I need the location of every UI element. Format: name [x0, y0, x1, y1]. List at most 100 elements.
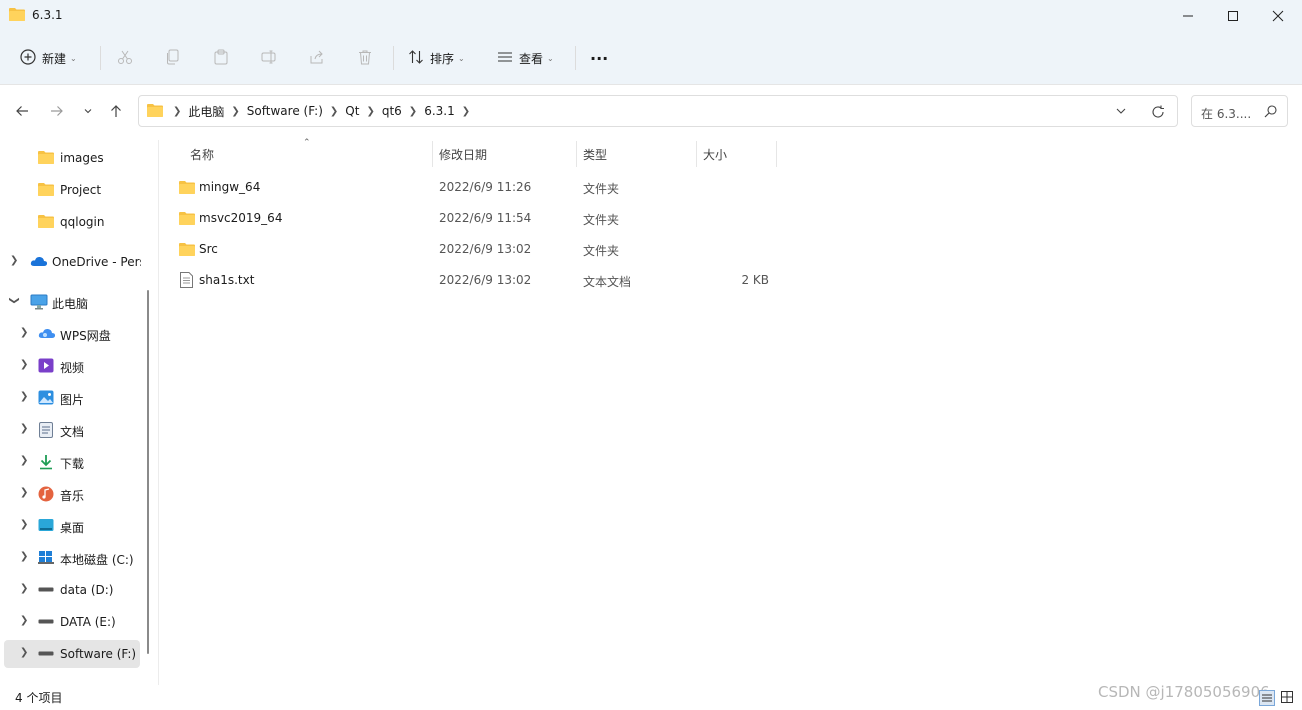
- sidebar-item-music[interactable]: ❯ 音乐: [4, 480, 140, 508]
- sidebar-item-label: WPS网盘: [60, 329, 111, 343]
- chevron-right-icon[interactable]: ❯: [20, 455, 28, 466]
- sidebar-scrollbar[interactable]: [147, 290, 149, 654]
- refresh-icon[interactable]: [1151, 105, 1165, 122]
- file-row[interactable]: mingw_64 2022/6/9 11:26 文件夹: [170, 174, 780, 202]
- search-box[interactable]: 在 6.3....: [1191, 95, 1288, 127]
- folder-icon: [38, 214, 56, 230]
- breadcrumb-software-drive[interactable]: Software (F:): [247, 104, 323, 118]
- share-button[interactable]: [309, 42, 325, 74]
- sidebar-item-pictures[interactable]: ❯ 图片: [4, 384, 140, 412]
- maximize-button[interactable]: [1210, 0, 1256, 32]
- back-button[interactable]: [10, 99, 34, 123]
- chevron-right-icon[interactable]: ❯: [20, 615, 28, 626]
- sidebar-item-label: images: [60, 151, 104, 165]
- sidebar-item-drive-e[interactable]: ❯ DATA (E:): [4, 608, 140, 636]
- chevron-right-icon[interactable]: ❯: [20, 327, 28, 338]
- sidebar-item-desktop[interactable]: ❯ 桌面: [4, 512, 140, 540]
- file-row[interactable]: sha1s.txt 2022/6/9 13:02 文本文档 2 KB: [170, 267, 780, 295]
- view-button[interactable]: 查看 ⌄: [497, 42, 554, 74]
- chevron-right-icon[interactable]: ❯: [20, 519, 28, 530]
- divider: [100, 46, 101, 70]
- chevron-right-icon[interactable]: ❯: [20, 551, 28, 562]
- folder-icon: [38, 182, 56, 198]
- breadcrumb-qt6[interactable]: qt6: [382, 104, 402, 118]
- recent-locations-button[interactable]: [76, 99, 100, 123]
- sidebar-item-downloads[interactable]: ❯ 下载: [4, 448, 140, 476]
- sidebar-item-label: 本地磁盘 (C:): [60, 553, 134, 567]
- text-file-icon: [180, 272, 193, 291]
- sidebar-item-drive-c[interactable]: ❯ 本地磁盘 (C:): [4, 544, 140, 572]
- sidebar-item-this-pc[interactable]: ❯ 此电脑: [4, 288, 140, 316]
- chevron-right-icon[interactable]: ❯: [20, 487, 28, 498]
- sidebar-item-label: 此电脑: [52, 297, 89, 311]
- column-header-date[interactable]: 修改日期: [439, 146, 487, 170]
- file-name: Src: [199, 242, 218, 256]
- trash-icon: [357, 49, 373, 68]
- cut-button[interactable]: [117, 42, 133, 74]
- sidebar-item-qqlogin[interactable]: qqlogin: [4, 208, 140, 236]
- sidebar-item-documents[interactable]: ❯ 文档: [4, 416, 140, 444]
- sidebar-item-wps-cloud[interactable]: ❯ WPS网盘: [4, 320, 140, 348]
- chevron-down-icon[interactable]: ❯: [9, 296, 20, 304]
- copy-button[interactable]: [165, 42, 181, 74]
- search-icon: [1264, 105, 1277, 121]
- minimize-button[interactable]: [1165, 0, 1211, 32]
- column-divider[interactable]: [776, 141, 777, 167]
- breadcrumb-6-3-1[interactable]: 6.3.1: [424, 104, 455, 118]
- details-view-button[interactable]: [1259, 690, 1275, 706]
- sidebar-item-drive-f[interactable]: ❯ Software (F:): [4, 640, 140, 668]
- folder-icon: [38, 150, 56, 166]
- address-dropdown-button[interactable]: [1115, 105, 1127, 120]
- new-label: 新建: [42, 51, 67, 66]
- sidebar-item-videos[interactable]: ❯ 视频: [4, 352, 140, 380]
- column-header-type[interactable]: 类型: [583, 146, 607, 170]
- column-header-name[interactable]: 名称: [190, 146, 214, 170]
- more-options-button[interactable]: ···: [590, 42, 608, 74]
- sidebar-item-onedrive[interactable]: ❯ OneDrive - Pers: [4, 248, 141, 276]
- up-button[interactable]: [104, 99, 128, 123]
- file-row[interactable]: Src 2022/6/9 13:02 文件夹: [170, 236, 780, 264]
- paste-button[interactable]: [213, 42, 229, 74]
- delete-button[interactable]: [357, 42, 373, 74]
- documents-icon: [39, 422, 57, 438]
- chevron-right-icon[interactable]: ❯: [20, 359, 28, 370]
- file-date: 2022/6/9 13:02: [439, 273, 532, 287]
- copy-icon: [165, 49, 181, 68]
- sidebar-item-drive-d[interactable]: ❯ data (D:): [4, 576, 140, 604]
- pictures-icon: [38, 390, 56, 406]
- chevron-right-icon[interactable]: ❯: [10, 255, 18, 266]
- rename-button[interactable]: [261, 42, 277, 74]
- column-divider[interactable]: [432, 141, 433, 167]
- sidebar-item-label: OneDrive - Pers: [52, 255, 141, 269]
- chevron-right-icon[interactable]: ❯: [20, 423, 28, 434]
- window-title: 6.3.1: [32, 8, 63, 22]
- sort-button[interactable]: 排序 ⌄: [408, 42, 465, 74]
- breadcrumb-qt[interactable]: Qt: [345, 104, 359, 118]
- close-button[interactable]: [1255, 0, 1301, 32]
- forward-button[interactable]: [45, 99, 69, 123]
- sidebar-item-label: Software (F:): [60, 647, 137, 661]
- address-bar[interactable]: ❯ 此电脑 ❯ Software (F:) ❯ Qt ❯ qt6 ❯ 6.3.1…: [138, 95, 1178, 127]
- tiles-view-button[interactable]: [1280, 690, 1296, 706]
- sidebar-item-project[interactable]: Project: [4, 176, 140, 204]
- wps-cloud-icon: [38, 326, 56, 342]
- column-divider[interactable]: [696, 141, 697, 167]
- column-divider[interactable]: [576, 141, 577, 167]
- sidebar-item-label: 桌面: [60, 521, 85, 535]
- file-row[interactable]: msvc2019_64 2022/6/9 11:54 文件夹: [170, 205, 780, 233]
- sidebar-item-images[interactable]: images: [4, 144, 140, 172]
- music-icon: [38, 486, 56, 502]
- new-button[interactable]: 新建 ⌄: [20, 42, 77, 74]
- drive-icon: [38, 582, 56, 598]
- chevron-right-icon[interactable]: ❯: [20, 583, 28, 594]
- chevron-down-icon: ⌄: [547, 53, 554, 63]
- drive-icon: [38, 614, 56, 630]
- breadcrumb-this-pc[interactable]: 此电脑: [188, 103, 224, 120]
- column-header-size[interactable]: 大小: [703, 146, 727, 170]
- pane-divider[interactable]: [158, 140, 159, 685]
- file-type: 文件夹: [583, 213, 620, 227]
- sidebar-item-label: 下载: [60, 457, 85, 471]
- chevron-right-icon[interactable]: ❯: [20, 647, 28, 658]
- navigation-bar: ❯ 此电脑 ❯ Software (F:) ❯ Qt ❯ qt6 ❯ 6.3.1…: [0, 85, 1302, 139]
- chevron-right-icon[interactable]: ❯: [20, 391, 28, 402]
